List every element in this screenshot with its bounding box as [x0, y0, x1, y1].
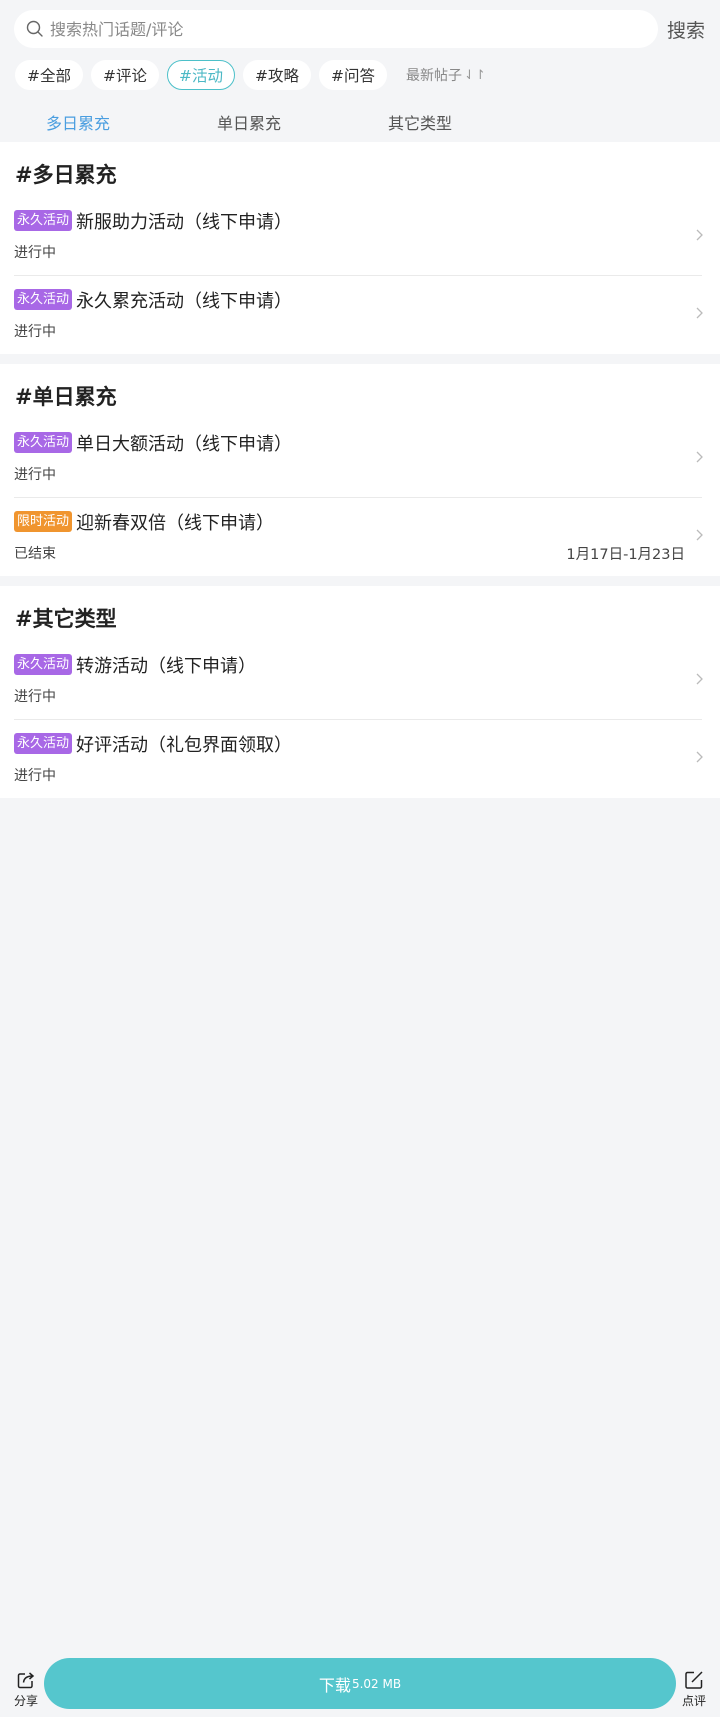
badge-permanent: 永久活动 — [14, 210, 73, 231]
item-status: 进行中 — [14, 324, 56, 340]
tab-other[interactable]: 其它类型 — [388, 110, 452, 134]
divider — [14, 275, 702, 276]
bottom-action-bar: 分享 下载 5.02 MB 点评 — [0, 1656, 720, 1717]
badge-permanent: 永久活动 — [14, 289, 73, 310]
list-item[interactable]: 永久活动 单日大额活动（线下申请） 进行中 — [0, 418, 720, 497]
share-icon — [9, 1670, 43, 1690]
list-item[interactable]: 限时活动 迎新春双倍（线下申请） 已结束 1月17日-1月23日 — [0, 497, 720, 576]
item-status: 进行中 — [14, 467, 56, 483]
chip-all[interactable]: #全部 — [15, 60, 83, 90]
topic-chips: #全部 #评论 #活动 #攻略 #问答 最新帖子 ⇃↾ — [15, 59, 486, 91]
item-title: 好评活动（礼包界面领取） — [76, 735, 292, 756]
badge-permanent: 永久活动 — [14, 432, 73, 453]
chip-comments[interactable]: #评论 — [91, 60, 159, 90]
divider — [14, 497, 702, 498]
item-date-range: 1月17日-1月23日 — [566, 547, 685, 563]
section-title: #多日累充 — [15, 163, 117, 187]
divider — [14, 719, 702, 720]
list-item[interactable]: 永久活动 新服助力活动（线下申请） 进行中 — [0, 196, 720, 275]
item-title: 永久累充活动（线下申请） — [76, 291, 292, 312]
tab-multi-day[interactable]: 多日累充 — [46, 110, 110, 134]
sort-arrows-icon: ⇃↾ — [464, 67, 486, 83]
list-item[interactable]: 永久活动 好评活动（礼包界面领取） 进行中 — [0, 719, 720, 798]
chevron-right-icon — [694, 672, 704, 686]
sort-toggle[interactable]: 最新帖子 ⇃↾ — [406, 65, 486, 85]
chip-guides[interactable]: #攻略 — [243, 60, 311, 90]
section-title: #单日累充 — [15, 385, 117, 409]
section-title: #其它类型 — [15, 607, 117, 631]
item-status: 已结束 — [14, 546, 56, 562]
search-box[interactable] — [14, 10, 658, 48]
section-other: #其它类型 永久活动 转游活动（线下申请） 进行中 永久活动 好评活动（礼包界面… — [0, 586, 720, 798]
chevron-right-icon — [694, 750, 704, 764]
chevron-right-icon — [694, 450, 704, 464]
search-bar: 搜索 — [0, 0, 720, 58]
badge-permanent: 永久活动 — [14, 733, 73, 754]
item-title: 单日大额活动（线下申请） — [76, 434, 292, 455]
chevron-right-icon — [694, 228, 704, 242]
category-tabs: 多日累充 单日累充 其它类型 — [0, 104, 720, 140]
share-label: 分享 — [13, 1694, 38, 1708]
review-label: 点评 — [681, 1694, 706, 1708]
chevron-right-icon — [694, 528, 704, 542]
list-item[interactable]: 永久活动 转游活动（线下申请） 进行中 — [0, 640, 720, 719]
badge-limited: 限时活动 — [14, 511, 73, 532]
item-status: 进行中 — [14, 768, 56, 784]
chip-activities[interactable]: #活动 — [167, 60, 235, 90]
download-button[interactable]: 下载 5.02 MB — [44, 1658, 676, 1709]
sort-label: 最新帖子 — [406, 68, 462, 84]
share-button[interactable]: 分享 — [9, 1670, 43, 1709]
item-title: 新服助力活动（线下申请） — [76, 212, 292, 233]
chevron-right-icon — [694, 306, 704, 320]
search-button[interactable]: 搜索 — [667, 16, 705, 43]
chip-qa[interactable]: #问答 — [319, 60, 387, 90]
item-status: 进行中 — [14, 689, 56, 705]
edit-icon — [677, 1670, 711, 1690]
download-label: 下载 — [318, 1675, 351, 1695]
item-title: 转游活动（线下申请） — [76, 656, 256, 677]
download-size: 5.02 MB — [351, 1676, 402, 1691]
search-input[interactable] — [50, 19, 610, 39]
section-single-day: #单日累充 永久活动 单日大额活动（线下申请） 进行中 限时活动 迎新春双倍（线… — [0, 364, 720, 576]
tab-single-day[interactable]: 单日累充 — [217, 110, 281, 134]
item-status: 进行中 — [14, 245, 56, 261]
review-button[interactable]: 点评 — [677, 1670, 711, 1709]
item-title: 迎新春双倍（线下申请） — [76, 513, 274, 534]
list-item[interactable]: 永久活动 永久累充活动（线下申请） 进行中 — [0, 275, 720, 354]
badge-permanent: 永久活动 — [14, 654, 73, 675]
search-icon — [26, 20, 44, 38]
section-multi-day: #多日累充 永久活动 新服助力活动（线下申请） 进行中 永久活动 永久累充活动（… — [0, 142, 720, 354]
